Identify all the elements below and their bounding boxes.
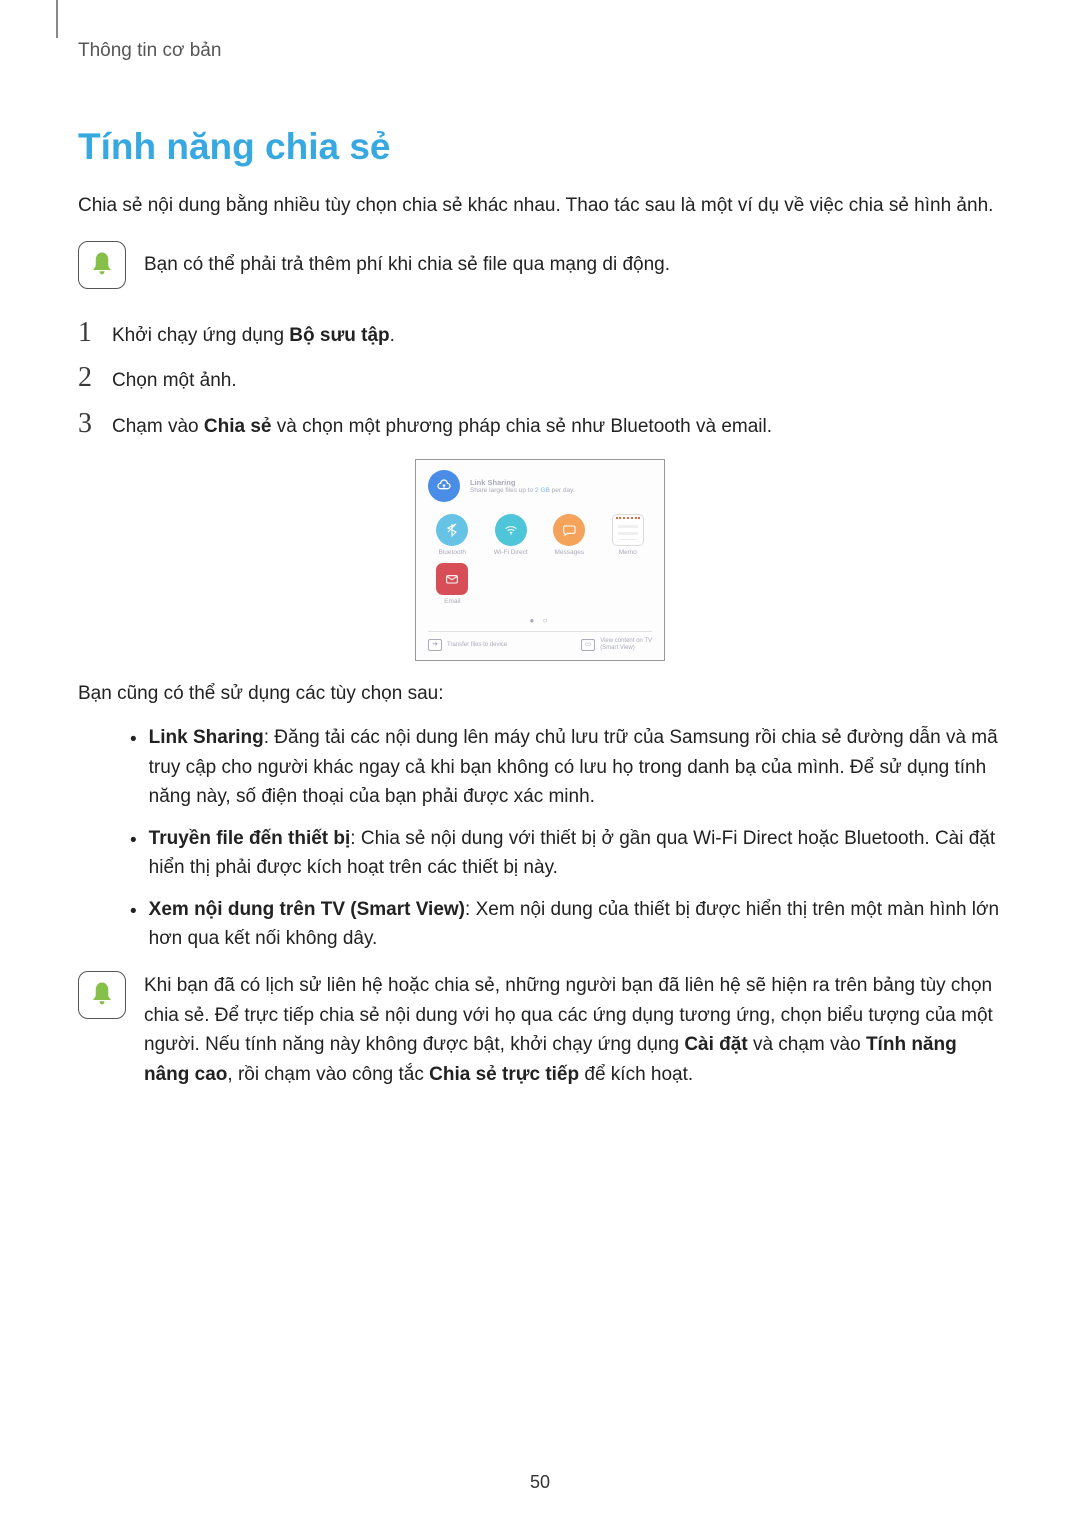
- transfer-files-item: ➜ Transfer files to device: [428, 638, 507, 652]
- bullet-link-sharing: • Link Sharing: Đăng tải các nội dung lê…: [130, 723, 1002, 811]
- share-memo: Memo: [604, 514, 653, 557]
- share-bluetooth: Bluetooth: [428, 514, 477, 557]
- page-dots: ● ○: [428, 616, 652, 625]
- tv-icon: ▭: [581, 639, 595, 651]
- step-number-3: 3: [78, 410, 98, 438]
- bell-icon: [78, 971, 126, 1019]
- note-text-2: Khi bạn đã có lịch sử liên hệ hoặc chia …: [144, 971, 1002, 1089]
- note-text-1: Bạn có thể phải trả thêm phí khi chia sẻ…: [144, 241, 670, 280]
- bluetooth-icon: [436, 514, 468, 546]
- intro-text: Chia sẻ nội dung bằng nhiều tùy chọn chi…: [78, 192, 1002, 221]
- share-messages: Messages: [545, 514, 594, 557]
- smart-view-item: ▭ View content on TV(Smart View): [581, 638, 652, 652]
- bullet-transfer-file: • Truyền file đến thiết bị: Chia sẻ nội …: [130, 824, 1002, 883]
- share-wifi-direct: Wi-Fi Direct: [487, 514, 536, 557]
- bell-icon: [78, 241, 126, 289]
- step-1: 1 Khởi chạy ứng dụng Bộ sưu tập.: [78, 319, 1002, 351]
- share-email: Email: [428, 563, 477, 606]
- tab-marker: [56, 0, 58, 38]
- note-block-1: Bạn có thể phải trả thêm phí khi chia sẻ…: [78, 241, 1002, 289]
- memo-icon: [612, 514, 644, 546]
- step-text-2: Chọn một ảnh.: [112, 367, 237, 396]
- share-bottom-row: ➜ Transfer files to device ▭ View conten…: [428, 631, 652, 652]
- share-panel-illustration: Link Sharing Share large files up to 2 G…: [415, 459, 665, 661]
- page-title: Tính năng chia sẻ: [78, 126, 1002, 168]
- section-header: Thông tin cơ bản: [78, 40, 1002, 62]
- messages-icon: [553, 514, 585, 546]
- cloud-icon: [428, 470, 460, 502]
- link-sharing-text: Link Sharing Share large files up to 2 G…: [470, 478, 575, 494]
- note-block-2: Khi bạn đã có lịch sử liên hệ hoặc chia …: [78, 971, 1002, 1089]
- device-icon: ➜: [428, 639, 442, 651]
- step-number-2: 2: [78, 364, 98, 392]
- email-icon: [436, 563, 468, 595]
- bullet-list: • Link Sharing: Đăng tải các nội dung lê…: [78, 723, 1002, 953]
- step-number-1: 1: [78, 319, 98, 347]
- step-text-1: Khởi chạy ứng dụng Bộ sưu tập.: [112, 322, 395, 351]
- page-number: 50: [0, 1472, 1080, 1493]
- step-text-3: Chạm vào Chia sẻ và chọn một phương pháp…: [112, 413, 772, 442]
- sub-heading: Bạn cũng có thể sử dụng các tùy chọn sau…: [78, 683, 1002, 705]
- step-2: 2 Chọn một ảnh.: [78, 364, 1002, 396]
- bullet-smart-view: • Xem nội dung trên TV (Smart View): Xem…: [130, 895, 1002, 954]
- wifi-icon: [495, 514, 527, 546]
- step-3: 3 Chạm vào Chia sẻ và chọn một phương ph…: [78, 410, 1002, 442]
- link-sharing-row: Link Sharing Share large files up to 2 G…: [428, 470, 652, 502]
- share-icon-grid: Bluetooth Wi-Fi Direct Messages Memo: [428, 514, 652, 606]
